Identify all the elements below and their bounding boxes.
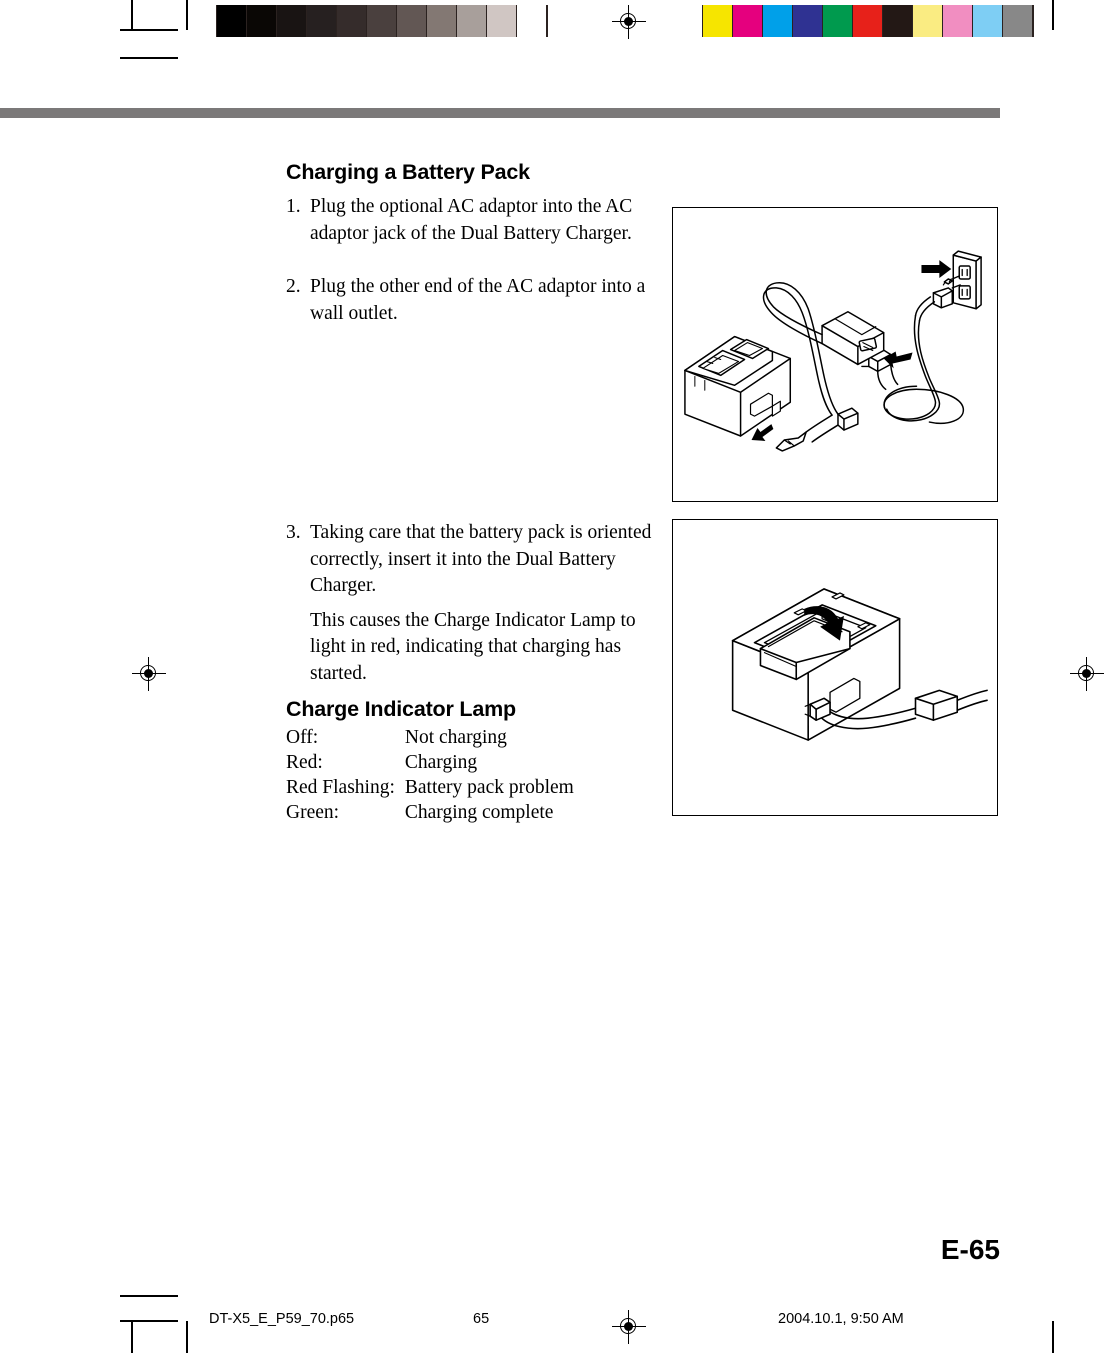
step-text-3: Taking care that the battery pack is ori… [310, 522, 652, 596]
lamp-heading: Charge Indicator Lamp [286, 697, 516, 721]
lamp-meaning-2: Battery pack problem [404, 777, 574, 798]
footer-filename: DT-X5_E_P59_70.p65 [209, 1311, 355, 1327]
power-cord [883, 314, 964, 425]
page-number: E-65 [940, 1234, 1000, 1265]
page-content: Charging a Battery Pack 1. Plug the opti… [0, 0, 1113, 1353]
step-text-2: Plug the other end of the AC adaptor int… [310, 276, 646, 324]
dc-plug [775, 407, 859, 452]
instruction-text-column: Charging a Battery Pack 1. Plug the opti… [286, 160, 658, 327]
step-number-1: 1. [286, 196, 301, 217]
steps-list: 1. Plug the optional AC adaptor into the… [286, 194, 658, 327]
lamp-meaning-3: Charging complete [404, 802, 554, 823]
figure-ac-adaptor-connection [672, 207, 998, 502]
lamp-meaning-0: Not charging [404, 727, 507, 748]
print-footer: DT-X5_E_P59_70.p65 65 2004.10.1, 9:50 AM [0, 1311, 1113, 1337]
footer-timestamp: 2004.10.1, 9:50 AM [778, 1311, 904, 1327]
steps-list-continued: 3. Taking care that the battery pack is … [286, 520, 658, 687]
table-row: Green: Charging complete [286, 800, 574, 825]
lamp-status-table: Off: Not charging Red: Charging Red Flas… [286, 725, 574, 825]
step-three-block: 3. Taking care that the battery pack is … [286, 520, 658, 687]
table-row: Red: Charging [286, 750, 574, 775]
step-text-1: Plug the optional AC adaptor into the AC… [310, 196, 633, 244]
page-title: Charging a Battery Pack [286, 160, 530, 184]
arrow-to-outlet [921, 260, 952, 278]
charge-indicator-lamp-block: Charge Indicator Lamp Off: Not charging … [286, 697, 658, 825]
figure-battery-insertion [672, 519, 998, 816]
step-number-3: 3. [286, 522, 301, 543]
lamp-state-2: Red Flashing: [286, 777, 395, 798]
table-row: Off: Not charging [286, 725, 574, 750]
lamp-state-3: Green: [286, 802, 340, 823]
step-item-3: 3. Taking care that the battery pack is … [286, 520, 658, 687]
lamp-state-1: Red: [286, 752, 323, 773]
table-row: Red Flashing: Battery pack problem [286, 775, 574, 800]
step-three-note: This causes the Charge Indicator Lamp to… [310, 609, 636, 684]
step-item-2: 2. Plug the other end of the AC adaptor … [286, 274, 658, 327]
step-item-1: 1. Plug the optional AC adaptor into the… [286, 194, 658, 247]
lamp-state-0: Off: [286, 727, 319, 748]
wall-outlet [952, 250, 982, 310]
dual-battery-charger [684, 335, 792, 437]
lamp-meaning-1: Charging [404, 752, 478, 773]
footer-page-number: 65 [473, 1311, 490, 1327]
step-number-2: 2. [286, 276, 301, 297]
